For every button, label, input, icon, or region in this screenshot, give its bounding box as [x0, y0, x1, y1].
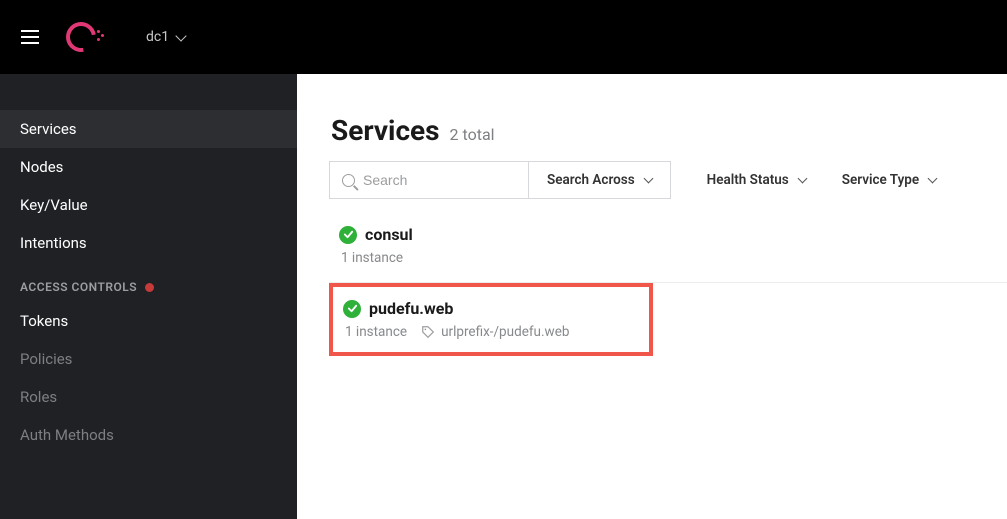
health-status-label: Health Status: [707, 172, 789, 188]
service-name[interactable]: pudefu.web: [369, 299, 453, 318]
chevron-down-icon: [797, 174, 807, 184]
service-item[interactable]: consul 1 instance: [329, 211, 1007, 283]
service-type-filter[interactable]: Service Type: [842, 172, 936, 188]
instance-count: 1 instance: [341, 250, 403, 266]
sidebar-item-tokens[interactable]: Tokens: [0, 302, 297, 340]
search-across-button[interactable]: Search Across: [529, 161, 671, 199]
service-type-label: Service Type: [842, 172, 919, 188]
sidebar-item-keyvalue[interactable]: Key/Value: [0, 186, 297, 224]
highlighted-service: pudefu.web 1 instance urlprefix-/pudefu.…: [329, 283, 653, 356]
check-icon: [339, 226, 357, 244]
page-header: Services 2 total: [329, 114, 1007, 147]
sidebar: Services Nodes Key/Value Intentions ACCE…: [0, 74, 297, 519]
datacenter-selector[interactable]: dc1: [146, 29, 185, 45]
alert-dot-icon: [145, 283, 154, 292]
chevron-down-icon: [643, 174, 653, 184]
search-icon: [342, 174, 355, 187]
service-list: consul 1 instance pudefu.web 1 instance: [329, 211, 1007, 356]
sidebar-item-services[interactable]: Services: [0, 110, 297, 148]
sidebar-item-auth-methods[interactable]: Auth Methods: [0, 416, 297, 454]
toolbar: Search Across Health Status Service Type: [329, 161, 1007, 199]
chevron-down-icon: [928, 174, 938, 184]
access-controls-header: ACCESS CONTROLS: [0, 262, 297, 302]
service-tag: urlprefix-/pudefu.web: [441, 324, 569, 340]
health-status-filter[interactable]: Health Status: [707, 172, 806, 188]
sidebar-item-nodes[interactable]: Nodes: [0, 148, 297, 186]
tag-icon: [421, 325, 435, 339]
main-content: Services 2 total Search Across Health St…: [297, 74, 1007, 519]
sidebar-item-intentions[interactable]: Intentions: [0, 224, 297, 262]
service-name: consul: [365, 225, 413, 244]
topbar: dc1: [0, 0, 1007, 74]
datacenter-label: dc1: [146, 29, 169, 45]
check-icon: [343, 300, 361, 318]
search-input[interactable]: [363, 172, 516, 188]
sidebar-item-roles[interactable]: Roles: [0, 378, 297, 416]
search-box[interactable]: [329, 161, 529, 199]
page-title: Services: [331, 114, 440, 147]
instance-count: 1 instance: [345, 324, 407, 340]
menu-icon[interactable]: [18, 25, 42, 49]
search-across-label: Search Across: [547, 172, 635, 188]
consul-logo: [64, 20, 98, 54]
page-count: 2 total: [450, 125, 495, 144]
chevron-down-icon: [175, 30, 186, 41]
sidebar-item-policies[interactable]: Policies: [0, 340, 297, 378]
